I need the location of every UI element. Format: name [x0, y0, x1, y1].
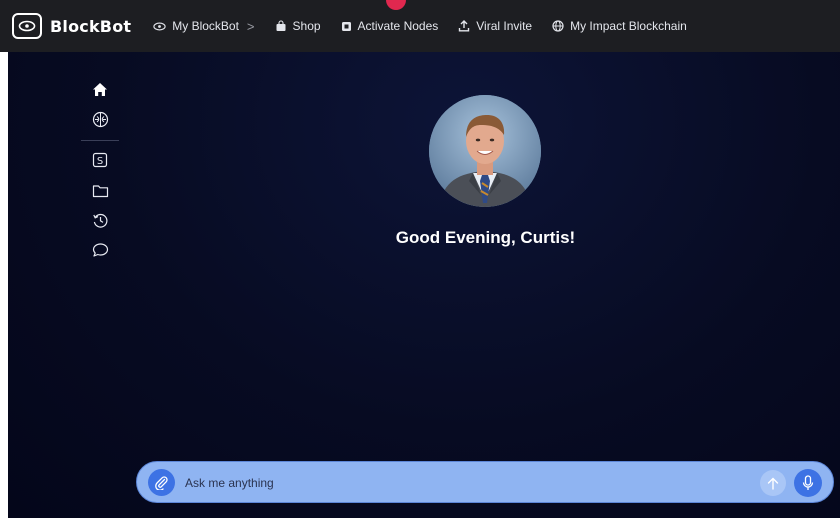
main-nav: My BlockBot > Shop Activate Nodes Viral …: [153, 19, 707, 34]
avatar: [429, 95, 541, 207]
nav-label: Shop: [292, 19, 321, 33]
brain-icon: [92, 111, 108, 127]
nav-shop[interactable]: Shop: [275, 19, 321, 33]
sidebar-item-history[interactable]: [89, 209, 111, 231]
history-icon: [92, 213, 107, 228]
nav-my-blockbot[interactable]: My BlockBot >: [153, 18, 255, 34]
eye-icon: [153, 22, 166, 30]
eye-logo-icon: [12, 13, 42, 39]
brand[interactable]: BlockBot: [12, 12, 131, 40]
notification-dot: [386, 0, 406, 10]
brand-name: BlockBot: [50, 16, 132, 36]
chat-bubble-icon: [92, 243, 108, 257]
app-window: BlockBot My BlockBot > Shop Activate Nod…: [0, 0, 840, 518]
paperclip-icon: [155, 476, 168, 490]
shopping-bag-icon: [276, 20, 286, 31]
greeting-heading: Good Evening, Curtis!: [395, 228, 576, 247]
nav-label: My BlockBot: [172, 19, 239, 33]
upload-icon: [459, 20, 470, 32]
sidebar-item-brain[interactable]: [89, 108, 111, 130]
nav-my-impact-blockchain[interactable]: My Impact Blockchain: [552, 19, 687, 33]
globe-icon: [552, 20, 564, 32]
microphone-icon: [802, 475, 814, 490]
svg-text:S: S: [97, 156, 103, 167]
chat-input-bar: [136, 461, 834, 503]
send-button[interactable]: [760, 470, 786, 496]
sidebar-divider: [81, 140, 119, 141]
sidebar-item-chat[interactable]: [89, 239, 111, 261]
s-square-icon: S: [92, 152, 108, 168]
attach-button[interactable]: [148, 469, 175, 496]
sidebar-item-s[interactable]: S: [89, 149, 111, 171]
arrow-up-icon: [767, 477, 779, 490]
nav-viral-invite[interactable]: Viral Invite: [458, 19, 532, 33]
sidebar-item-home[interactable]: [89, 78, 111, 100]
sidebar: S: [80, 78, 120, 269]
main-panel: S Good Evening, Curtis! Ask me anything: [8, 52, 840, 518]
sidebar-item-folder[interactable]: [89, 179, 111, 201]
nav-label: My Impact Blockchain: [570, 19, 687, 33]
chat-input[interactable]: [183, 470, 747, 496]
top-navbar: BlockBot My BlockBot > Shop Activate Nod…: [0, 0, 840, 52]
nav-label: Viral Invite: [476, 19, 533, 33]
node-icon: [341, 21, 351, 31]
home-icon: [93, 82, 107, 96]
nav-label: Activate Nodes: [357, 19, 439, 33]
profile-photo: [429, 95, 541, 207]
nav-activate-nodes[interactable]: Activate Nodes: [341, 19, 439, 33]
folder-icon: [92, 184, 108, 197]
chevron-right-icon: >: [246, 18, 255, 34]
mic-button[interactable]: [794, 469, 822, 497]
